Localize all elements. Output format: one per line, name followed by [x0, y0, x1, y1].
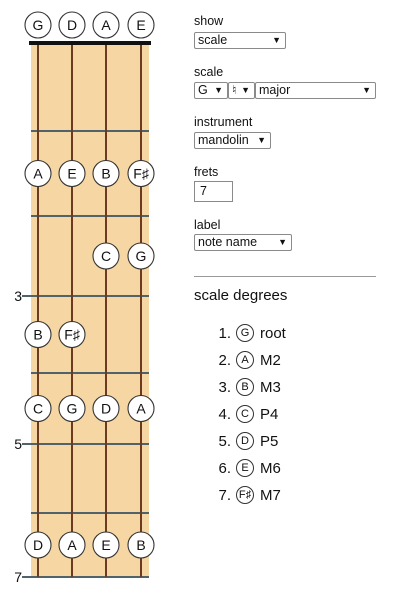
fret-note-label: D	[101, 401, 111, 417]
fret-number: 7	[14, 569, 22, 585]
fret-note-label: B	[33, 327, 42, 343]
scale-degree-row: 1. Groot	[194, 322, 394, 346]
chevron-down-icon: ▼	[214, 85, 223, 95]
open-string-note-label: D	[67, 17, 77, 33]
fretboard-wood	[31, 43, 149, 577]
chevron-down-icon: ▼	[241, 85, 250, 95]
fret-note-label: G	[67, 401, 78, 417]
scale-degree-note: D	[236, 432, 254, 450]
scale-degree-row: 3. B M3	[194, 376, 394, 400]
divider	[194, 276, 376, 277]
scale-degree-interval: P5	[260, 433, 279, 450]
scale-degree-row: 6. E M6	[194, 457, 394, 481]
chevron-down-icon: ▼	[362, 85, 371, 95]
scale-degree-number: 6.	[218, 460, 231, 477]
instrument-label: instrument	[194, 115, 253, 129]
label-select-value: note name	[198, 235, 258, 249]
instrument-select-value: mandolin	[198, 133, 249, 147]
scale-degree-row: 2. A M2	[194, 349, 394, 373]
scale-degree-row: 7. F♯ M7	[194, 484, 394, 508]
fret-note-label: B	[136, 537, 145, 553]
instrument-select[interactable]: mandolin ▼	[194, 132, 271, 149]
scale-degree-number: 3.	[218, 379, 231, 396]
show-label: show	[194, 14, 224, 28]
scale-degree-interval: M7	[260, 487, 281, 504]
fret-note-label: F♯	[64, 327, 81, 343]
scale-degrees-title: scale degrees	[194, 287, 288, 304]
fret-number: 5	[14, 436, 22, 452]
open-string-note-label: E	[136, 17, 145, 33]
scale-degree-row: 5. D P5	[194, 430, 394, 454]
scale-type-value: major	[259, 83, 291, 97]
chevron-down-icon: ▼	[278, 237, 287, 247]
scale-degree-note: B	[236, 378, 254, 396]
fret-note-label: G	[136, 248, 147, 264]
fret-note-label: A	[136, 401, 146, 417]
scale-degree-number: 4.	[218, 406, 231, 423]
label-label: label	[194, 218, 221, 232]
label-select[interactable]: note name ▼	[194, 234, 292, 251]
fret-note-label: E	[101, 537, 110, 553]
fret-number: 3	[14, 288, 22, 304]
scale-root-value: G	[198, 83, 208, 97]
scale-degree-interval: M3	[260, 379, 281, 396]
fret-note-label: A	[33, 166, 43, 182]
scale-root-select[interactable]: G ▼	[194, 82, 228, 99]
scale-degree-note: C	[236, 405, 254, 423]
open-string-note-label: G	[33, 17, 44, 33]
scale-degree-note: G	[236, 324, 254, 342]
scale-degree-number: 7.	[218, 487, 231, 504]
scale-degree-number: 2.	[218, 352, 231, 369]
fretboard: 3 5 7 G D A E A E B F♯ C G B F♯ C G D A D A E B	[14, 11, 155, 585]
scale-degree-row: 4. C P4	[194, 403, 394, 427]
scale-accidental-select[interactable]: ♮ ▼	[228, 82, 255, 99]
fret-note-label: A	[67, 537, 77, 553]
scale-degree-interval: M6	[260, 460, 281, 477]
fret-note-label: D	[33, 537, 43, 553]
open-string-note-label: A	[101, 17, 111, 33]
fret-note-label: E	[67, 166, 76, 182]
scale-label: scale	[194, 65, 224, 79]
fret-note-label: F♯	[133, 166, 150, 182]
scale-degree-note: A	[236, 351, 254, 369]
scale-accidental-value: ♮	[232, 83, 237, 97]
fret-note-label: C	[101, 248, 111, 264]
chevron-down-icon: ▼	[272, 35, 281, 45]
frets-input[interactable]: 7	[194, 181, 233, 202]
show-select-value: scale	[198, 33, 228, 47]
fret-note-label: C	[33, 401, 43, 417]
scale-degree-note: E	[236, 459, 254, 477]
scale-degree-interval: M2	[260, 352, 281, 369]
scale-degree-interval: P4	[260, 406, 279, 423]
scale-degree-note: F♯	[236, 486, 254, 504]
scale-degree-number: 1.	[218, 325, 231, 342]
show-select[interactable]: scale ▼	[194, 32, 286, 49]
scale-degree-interval: root	[260, 325, 286, 342]
fret-note-label: B	[101, 166, 110, 182]
chevron-down-icon: ▼	[257, 135, 266, 145]
scale-degree-number: 5.	[218, 433, 231, 450]
frets-label: frets	[194, 165, 219, 179]
scale-type-select[interactable]: major ▼	[255, 82, 376, 99]
